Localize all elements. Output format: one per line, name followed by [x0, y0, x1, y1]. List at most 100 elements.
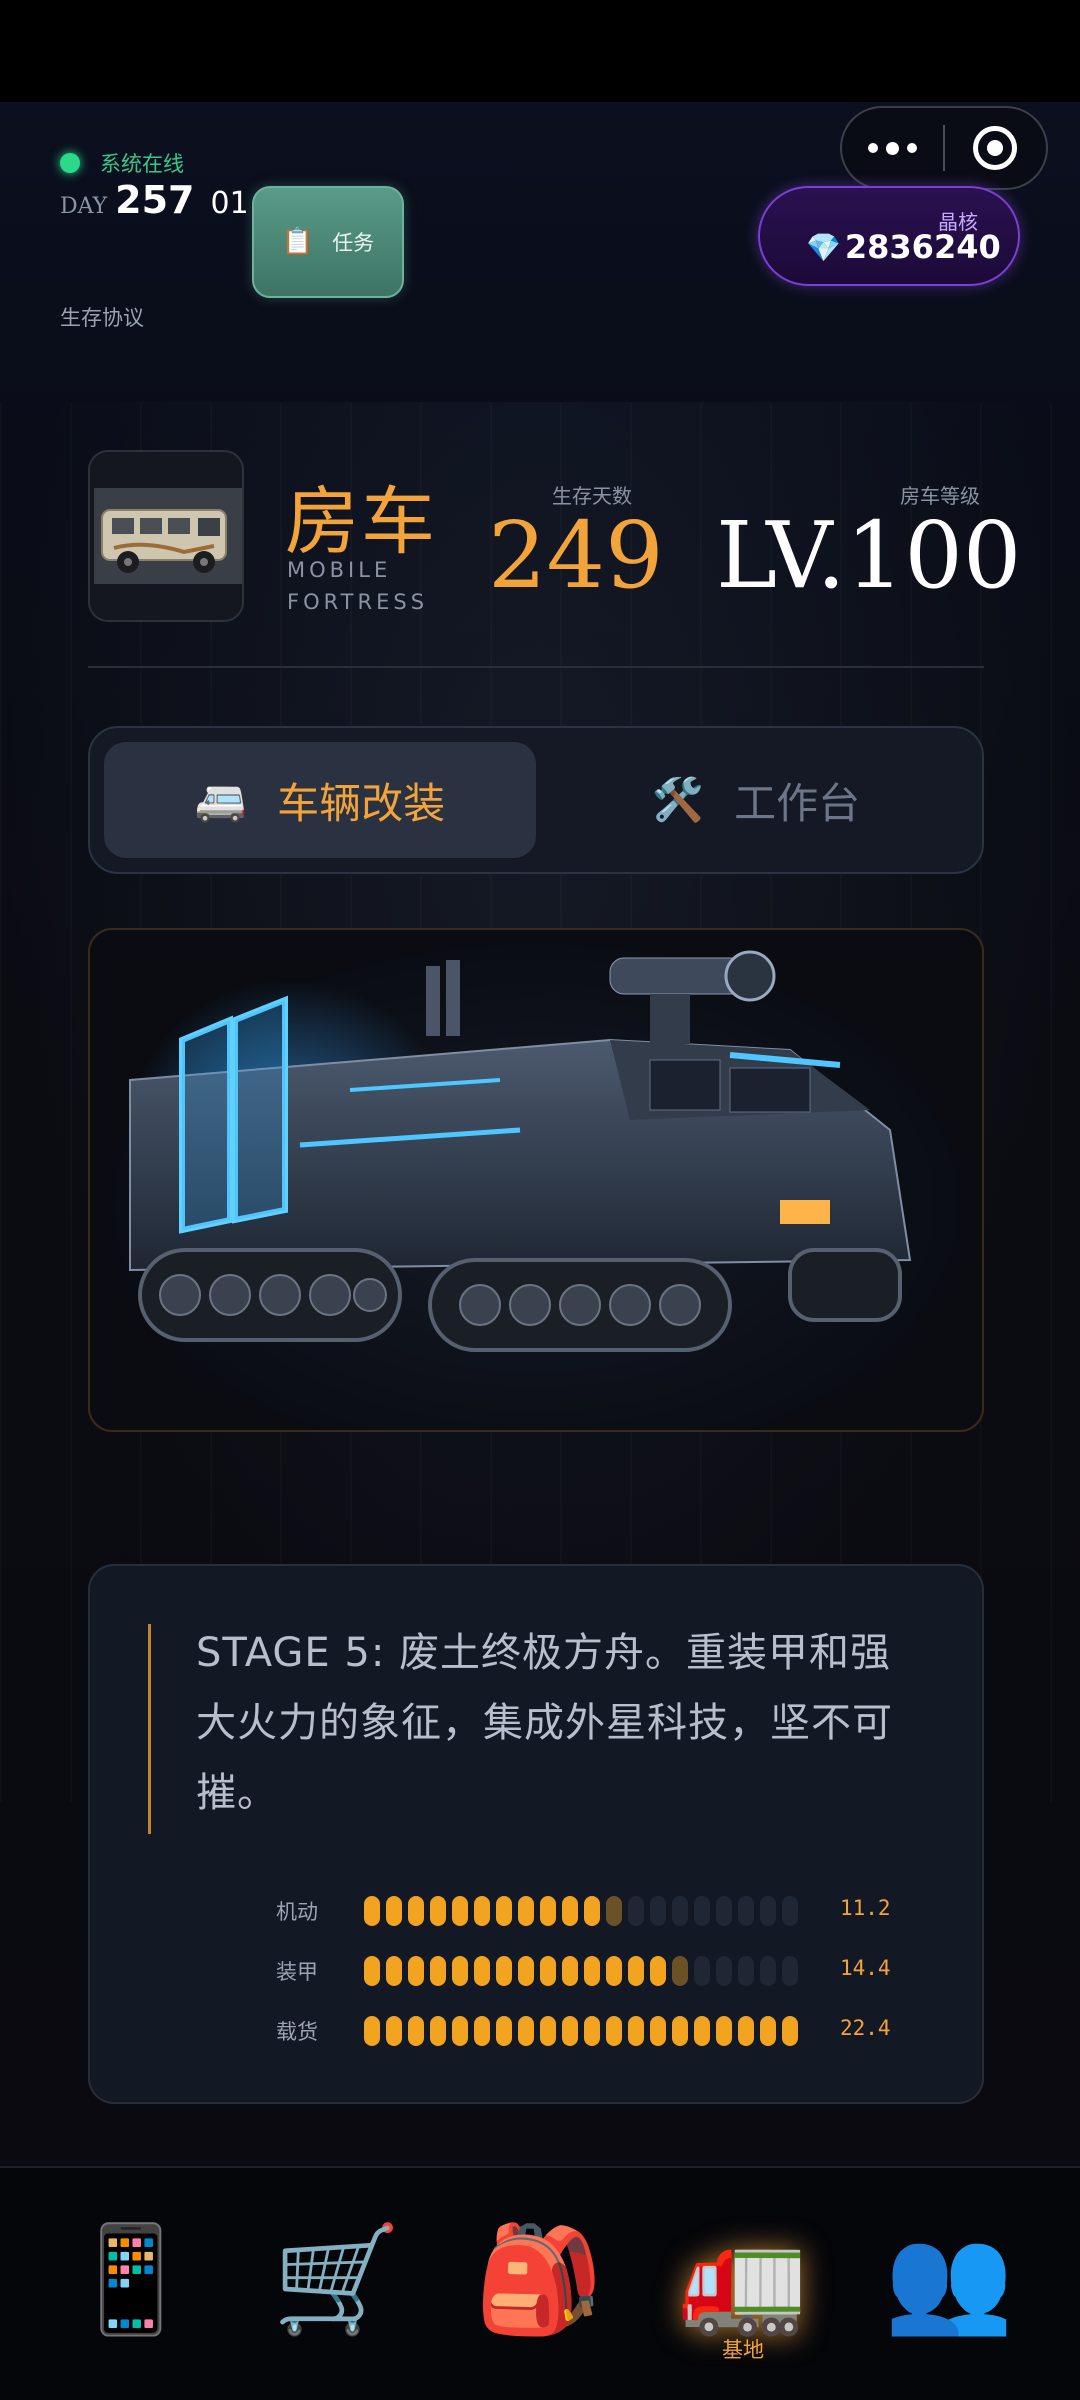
day-number: 257: [115, 178, 195, 222]
stat-pill: [386, 1896, 402, 1926]
people-icon: 👥: [884, 2218, 1014, 2340]
nav-phone[interactable]: 📱: [56, 2218, 206, 2368]
stat-value: 14.4: [840, 1956, 891, 1980]
backpack-icon: 🎒: [474, 2218, 604, 2340]
stat-pill: [452, 1896, 468, 1926]
stat-pill: [518, 1896, 534, 1926]
stat-pill: [650, 1896, 666, 1926]
stat-pill: [562, 2016, 578, 2046]
online-text: 系统在线: [100, 152, 184, 176]
online-dot-icon: [60, 153, 80, 173]
stat-pill: [650, 2016, 666, 2046]
stat-pill: [738, 2016, 754, 2046]
stat-pill: [694, 1956, 710, 1986]
nav-people[interactable]: 👥: [874, 2218, 1024, 2368]
tab-label: 工作台: [734, 778, 861, 828]
tab-label: 车辆改装: [277, 778, 446, 828]
stat-pill: [364, 1896, 380, 1926]
clipboard-icon: 📋: [281, 227, 315, 257]
tab-workbench[interactable]: 🛠️ 工作台: [540, 742, 972, 858]
stat-pill: [474, 2016, 490, 2046]
stat-pill: [716, 2016, 732, 2046]
stat-pill: [430, 1896, 446, 1926]
stat-pill: [628, 1956, 644, 1986]
survival-days-value: 249: [488, 502, 664, 609]
vehicle-image: [88, 928, 984, 1432]
stat-pill: [672, 1896, 688, 1926]
stat-cargo: 载货 22.4: [276, 2012, 916, 2052]
crystal-balance[interactable]: 晶核 💎 2836240: [758, 186, 1020, 286]
stat-name: 机动: [276, 1900, 318, 1924]
stat-pill: [716, 1956, 732, 1986]
truck-icon: 🚛: [678, 2218, 808, 2340]
stat-pill: [584, 1896, 600, 1926]
stat-pill: [430, 2016, 446, 2046]
nav-base[interactable]: 🚛 基地: [668, 2218, 818, 2368]
stat-pill: [760, 1956, 776, 1986]
stat-pill: [738, 1896, 754, 1926]
cart-icon: 🛒: [272, 2218, 402, 2340]
stat-pill: [738, 1956, 754, 1986]
stat-pill: [518, 1956, 534, 1986]
stat-bar: [364, 2016, 798, 2046]
stat-pill: [430, 1956, 446, 1986]
bottom-nav: 📱 🛒 🎒 🚛 基地 👥: [0, 2166, 1080, 2400]
protocol-link[interactable]: 生存协议: [60, 302, 144, 332]
stat-pill: [694, 2016, 710, 2046]
stat-pill: [562, 1896, 578, 1926]
rv-level-value: LV.100: [716, 502, 1022, 609]
phone-icon: 📱: [66, 2218, 196, 2340]
stat-name: 载货: [276, 2020, 318, 2044]
stage-description: STAGE 5: 废土终极方舟。重装甲和强大火力的象征，集成外星科技，坚不可摧。: [196, 1630, 893, 1816]
tab-bar: 🚐 车辆改装 🛠️ 工作台: [88, 726, 984, 874]
miniprogram-capsule: [840, 106, 1048, 190]
stat-pill: [628, 2016, 644, 2046]
stat-pill: [518, 2016, 534, 2046]
stat-pill: [716, 1896, 732, 1926]
stat-pill: [474, 1956, 490, 1986]
stat-pill: [408, 1896, 424, 1926]
stat-pill: [782, 1956, 798, 1986]
stat-pill: [672, 1956, 688, 1986]
more-icon[interactable]: [842, 141, 943, 155]
stat-pill: [584, 1956, 600, 1986]
stat-pill: [540, 1896, 556, 1926]
close-target-icon[interactable]: [945, 126, 1046, 170]
stat-bar: [364, 1896, 798, 1926]
accent-bar: [148, 1624, 151, 1834]
day-label: DAY: [60, 194, 108, 219]
stat-pill: [606, 1956, 622, 1986]
nav-cart[interactable]: 🛒: [262, 2218, 412, 2368]
stat-pill: [408, 1956, 424, 1986]
stat-mobility: 机动 11.2: [276, 1892, 916, 1932]
online-status: 系统在线: [60, 148, 184, 178]
stat-pill: [540, 2016, 556, 2046]
stat-pill: [496, 2016, 512, 2046]
stat-bar: [364, 1956, 798, 1986]
task-button[interactable]: 📋 任务: [252, 186, 404, 298]
rv-thumbnail[interactable]: [88, 450, 244, 622]
stat-pill: [408, 2016, 424, 2046]
stage-description-card: STAGE 5: 废土终极方舟。重装甲和强大火力的象征，集成外星科技，坚不可摧。…: [88, 1564, 984, 2104]
stat-pill: [672, 2016, 688, 2046]
nav-backpack[interactable]: 🎒: [464, 2218, 614, 2368]
task-label: 任务: [332, 231, 375, 255]
stat-armor: 装甲 14.4: [276, 1952, 916, 1992]
stat-pill: [694, 1896, 710, 1926]
stat-pill: [760, 2016, 776, 2046]
stat-pill: [650, 1956, 666, 1986]
rv-subtitle: MOBILE FORTRESS: [287, 558, 429, 614]
stat-pill: [760, 1896, 776, 1926]
day-sub: 01: [210, 186, 249, 221]
stat-pill: [540, 1956, 556, 1986]
stat-value: 22.4: [840, 2016, 891, 2040]
stat-pill: [606, 1896, 622, 1926]
stat-pill: [452, 1956, 468, 1986]
stat-pill: [452, 2016, 468, 2046]
tab-vehicle-mod[interactable]: 🚐 车辆改装: [104, 742, 536, 858]
stat-pill: [584, 2016, 600, 2046]
stat-pill: [628, 1896, 644, 1926]
stat-pill: [364, 1956, 380, 1986]
app-screen: 系统在线 DAY 257 01 生存协议 📋 任务 晶核 💎 2836240 房…: [0, 102, 1080, 2400]
stat-pill: [782, 1896, 798, 1926]
